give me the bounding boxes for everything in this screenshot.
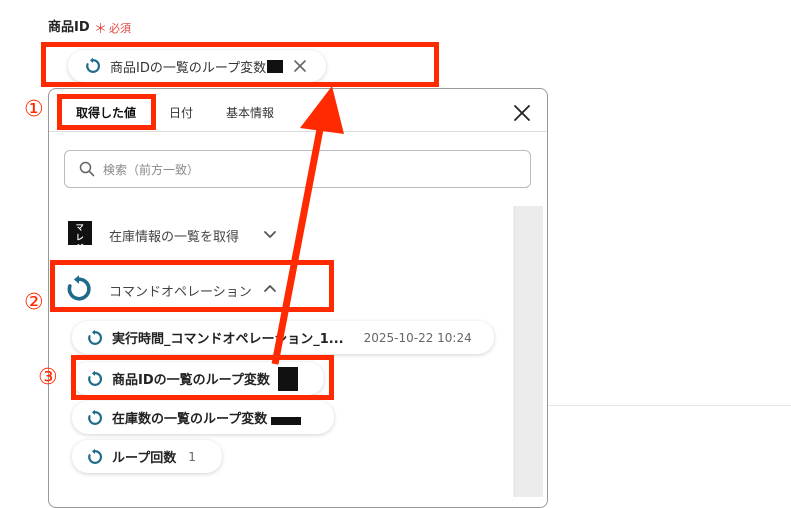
chevron-down-icon[interactable] — [263, 229, 277, 241]
list-item[interactable]: 在庫数の一覧のループ変数 — [72, 401, 334, 434]
highlight-box-item — [71, 355, 334, 400]
section-inventory-title[interactable]: 在庫情報の一覧を取得 — [109, 226, 239, 245]
list-item[interactable]: ループ回数 1 — [72, 440, 222, 473]
required-badge: ＊必須 — [94, 18, 131, 37]
tabs-divider — [49, 131, 547, 132]
required-text: 必須 — [109, 22, 132, 35]
close-icon[interactable] — [512, 103, 532, 123]
item-value: 2025-10-22 10:24 — [363, 330, 472, 345]
field-label: 商品ID — [48, 20, 90, 35]
loop-icon — [88, 448, 102, 464]
tab-date[interactable]: 日付 — [169, 104, 193, 121]
annotation-two: ② — [24, 290, 44, 315]
search-input[interactable]: 検索（前方一致） — [64, 150, 531, 188]
annotation-three: ③ — [38, 365, 58, 390]
highlight-box-section — [50, 260, 334, 312]
tab-basic-info[interactable]: 基本情報 — [226, 104, 274, 121]
smaregi-logo-icon: スマレジ — [68, 213, 92, 252]
loop-icon — [88, 409, 102, 425]
annotation-one: ① — [24, 97, 44, 122]
item-label: 実行時間_コマンドオペレーション_1... — [112, 332, 344, 347]
item-label: ループ回数 — [112, 451, 177, 466]
loop-icon — [88, 329, 102, 345]
required-star-icon: ＊ — [94, 22, 108, 37]
highlight-box-selected-chip — [41, 42, 439, 87]
search-placeholder: 検索（前方一致） — [103, 162, 200, 177]
item-label: 在庫数の一覧のループ変数 — [112, 412, 268, 427]
background-divider — [548, 405, 791, 406]
scrollbar-thumb[interactable] — [514, 206, 543, 497]
search-icon — [79, 161, 95, 177]
smaregi-logo-text: スマレジ — [75, 213, 85, 252]
item-value: 1 — [188, 449, 196, 464]
redacted-block — [271, 416, 302, 425]
list-item[interactable]: 実行時間_コマンドオペレーション_1... 2025-10-22 10:24 — [72, 321, 494, 354]
highlight-box-tab — [57, 94, 156, 130]
